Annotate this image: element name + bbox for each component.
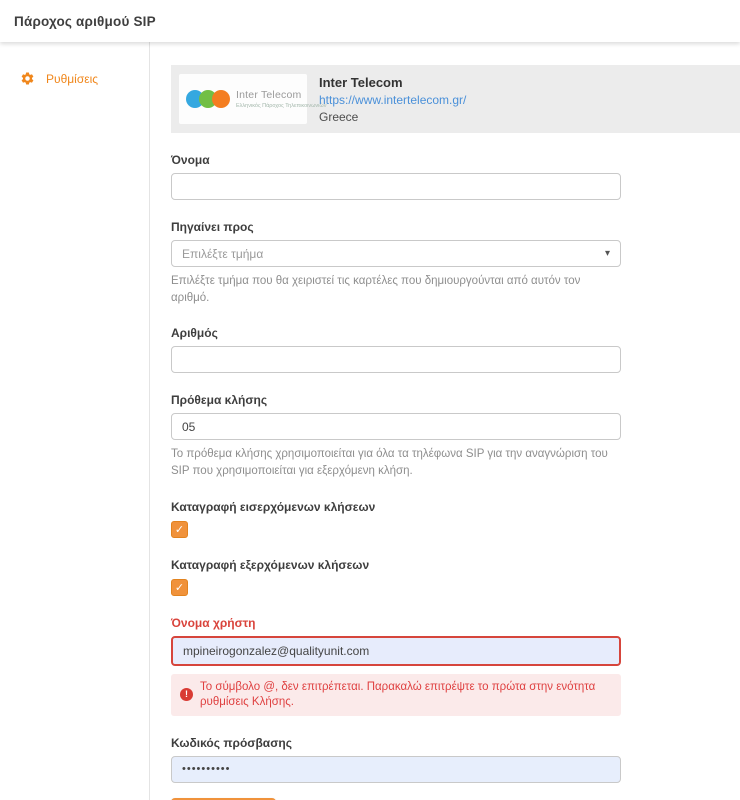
provider-card: Inter Telecom Ελληνικός Πάροχος Τηλεπικο…	[171, 65, 740, 133]
department-select[interactable]: Επιλέξτε τμήμα ▾	[171, 240, 621, 267]
sidebar-item-label: Ρυθμίσεις	[46, 72, 98, 86]
route-to-group: Πηγαίνει προς Επιλέξτε τμήμα ▾ Επιλέξτε …	[171, 220, 621, 306]
provider-name: Inter Telecom	[319, 75, 466, 90]
logo-tagline: Ελληνικός Πάροχος Τηλεπικοινωνιών	[236, 103, 326, 109]
dial-prefix-group: Πρόθεμα κλήσης Το πρόθεμα κλήσης χρησιμο…	[171, 393, 621, 479]
provider-info: Inter Telecom https://www.intertelecom.g…	[319, 75, 466, 124]
page-header: Πάροχος αριθμού SIP	[0, 0, 740, 42]
route-to-help-text: Επιλέξτε τμήμα που θα χειριστεί τις καρτ…	[171, 273, 621, 306]
provider-logo: Inter Telecom Ελληνικός Πάροχος Τηλεπικο…	[179, 74, 307, 124]
sip-provider-form: Όνομα Πηγαίνει προς Επιλέξτε τμήμα ▾ Επι…	[171, 153, 621, 800]
provider-country: Greece	[319, 110, 466, 124]
number-input[interactable]	[171, 346, 621, 373]
route-to-label: Πηγαίνει προς	[171, 220, 621, 234]
username-error-text: Το σύμβολο @, δεν επιτρέπεται. Παρακαλώ …	[200, 680, 612, 710]
record-outgoing-group: Καταγραφή εξερχόμενων κλήσεων ✓	[171, 558, 621, 596]
username-error-banner: ! Το σύμβολο @, δεν επιτρέπεται. Παρακαλ…	[171, 674, 621, 716]
name-input[interactable]	[171, 173, 621, 200]
provider-url-link[interactable]: https://www.intertelecom.gr/	[319, 93, 466, 107]
password-group: Κωδικός πρόσβασης	[171, 736, 621, 783]
number-group: Αριθμός	[171, 326, 621, 373]
username-group: Όνομα χρήστη ! Το σύμβολο @, δεν επιτρέπ…	[171, 616, 621, 716]
password-input[interactable]	[171, 756, 621, 783]
record-outgoing-label: Καταγραφή εξερχόμενων κλήσεων	[171, 558, 621, 572]
username-input[interactable]	[171, 636, 621, 666]
gear-icon	[20, 71, 35, 86]
chevron-down-icon: ▾	[605, 249, 610, 259]
check-icon: ✓	[175, 523, 184, 536]
record-incoming-checkbox[interactable]: ✓	[171, 521, 188, 538]
dial-prefix-help-text: Το πρόθεμα κλήσης χρησιμοποιείται για όλ…	[171, 446, 621, 479]
name-group: Όνομα	[171, 153, 621, 200]
page-title: Πάροχος αριθμού SIP	[14, 14, 156, 29]
record-incoming-label: Καταγραφή εισερχόμενων κλήσεων	[171, 500, 621, 514]
sidebar-item-settings[interactable]: Ρυθμίσεις	[0, 71, 149, 86]
number-label: Αριθμός	[171, 326, 621, 340]
department-select-placeholder: Επιλέξτε τμήμα	[182, 247, 263, 261]
main-layout: Ρυθμίσεις Inter Telecom Ελληνικός Πάροχο…	[0, 42, 740, 800]
record-outgoing-checkbox[interactable]: ✓	[171, 579, 188, 596]
logo-circle-orange	[212, 90, 230, 108]
name-label: Όνομα	[171, 153, 621, 167]
logo-brand-name: Inter Telecom	[236, 89, 326, 101]
password-label: Κωδικός πρόσβασης	[171, 736, 621, 750]
dial-prefix-input[interactable]	[171, 413, 621, 440]
error-exclamation-icon: !	[180, 688, 193, 701]
sidebar: Ρυθμίσεις	[0, 42, 150, 800]
username-label: Όνομα χρήστη	[171, 616, 621, 630]
dial-prefix-label: Πρόθεμα κλήσης	[171, 393, 621, 407]
logo-circles-icon	[186, 90, 230, 108]
record-incoming-group: Καταγραφή εισερχόμενων κλήσεων ✓	[171, 500, 621, 538]
logo-text: Inter Telecom Ελληνικός Πάροχος Τηλεπικο…	[236, 89, 326, 109]
check-icon: ✓	[175, 581, 184, 594]
content-area: Inter Telecom Ελληνικός Πάροχος Τηλεπικο…	[150, 42, 740, 800]
